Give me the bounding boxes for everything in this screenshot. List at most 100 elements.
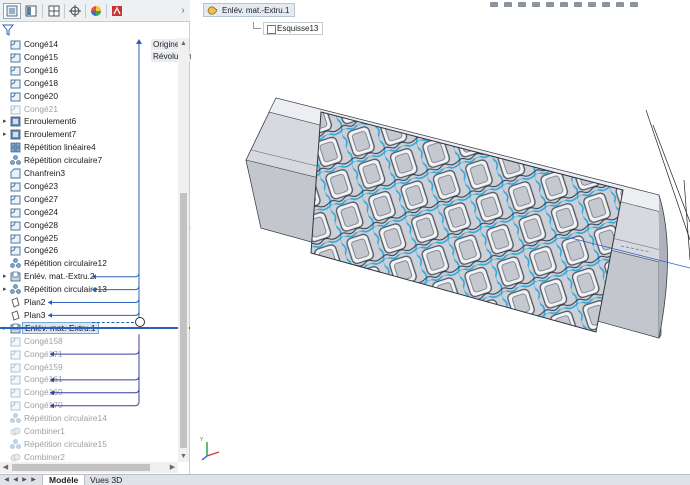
- tree-item[interactable]: Plan2: [0, 296, 178, 309]
- wrap-icon: [10, 129, 21, 140]
- tree-item[interactable]: Congé20: [0, 90, 178, 103]
- zoom-to-fit-icon[interactable]: [490, 2, 498, 7]
- collapse-panel-button[interactable]: ›: [178, 4, 188, 18]
- feature-manager-tab[interactable]: [3, 3, 21, 19]
- tree-item[interactable]: ▸ Répétition circulaire13: [0, 283, 178, 296]
- heads-up-toolbar[interactable]: [490, 0, 690, 7]
- graphics-area[interactable]: Enlév. mat.-Extru.1 Esquisse13 Y: [191, 0, 690, 474]
- tree-item[interactable]: Congé28: [0, 219, 178, 232]
- prev-tab-arrow-icon[interactable]: ◀: [11, 475, 20, 485]
- tree-item[interactable]: Congé18: [0, 77, 178, 90]
- monitor-icon[interactable]: [630, 2, 638, 7]
- tree-item[interactable]: Congé25: [0, 232, 178, 245]
- expand-caret-icon[interactable]: ▸: [3, 283, 9, 296]
- 3d-model[interactable]: [191, 0, 690, 474]
- feature-icon: [207, 5, 218, 15]
- edit-appearance-icon[interactable]: [588, 2, 596, 7]
- tree-item[interactable]: Congé169: [0, 386, 178, 399]
- tree-item[interactable]: Congé26: [0, 244, 178, 257]
- tree-item-label: Congé15: [24, 51, 58, 62]
- display-manager-icon: [91, 6, 101, 16]
- view-orientation-icon[interactable]: [546, 2, 554, 7]
- scroll-down-arrow-icon[interactable]: ▼: [178, 451, 189, 462]
- tree-item[interactable]: Répétition circulaire7: [0, 154, 178, 167]
- tree-item[interactable]: Combiner1: [0, 425, 178, 438]
- filter-icon[interactable]: [2, 24, 14, 36]
- tree-horizontal-scrollbar[interactable]: ◀ ▶: [0, 462, 178, 473]
- tree-item[interactable]: Congé158: [0, 335, 178, 348]
- tree-item-label: Congé23: [24, 180, 58, 191]
- tree-vertical-scrollbar[interactable]: ▲ ▼: [178, 38, 189, 462]
- tree-item[interactable]: Plan3: [0, 309, 178, 322]
- chamfer-icon: [10, 168, 21, 179]
- tree-item[interactable]: Chanfrein3: [0, 167, 178, 180]
- next-tab-arrow-icon[interactable]: ▶: [20, 475, 29, 485]
- tree-item[interactable]: Congé21: [0, 103, 178, 116]
- zoom-area-icon[interactable]: [504, 2, 512, 7]
- rollback-handle[interactable]: [135, 317, 145, 327]
- fillet-icon: [10, 182, 21, 192]
- expand-caret-icon[interactable]: ▸: [3, 270, 9, 283]
- tree-item[interactable]: Répétition circulaire15: [0, 438, 178, 451]
- tree-item[interactable]: Congé159: [0, 361, 178, 374]
- tree-item[interactable]: Congé170: [0, 399, 178, 412]
- fillet-icon: [10, 337, 21, 347]
- property-manager-tab[interactable]: [22, 3, 40, 19]
- apply-scene-icon[interactable]: [602, 2, 610, 7]
- tab-separator: [106, 4, 107, 18]
- dimxpert-manager-icon: [69, 5, 81, 17]
- tree-item[interactable]: Congé23: [0, 180, 178, 193]
- hide-show-icon[interactable]: [574, 2, 582, 7]
- last-tab-arrow-icon[interactable]: ▶: [29, 475, 38, 485]
- tree-item[interactable]: ▸ Enlév. mat.-Extru.2: [0, 270, 178, 283]
- fillet-icon: [10, 401, 21, 411]
- bottom-tab-bar: ◀ ◀ ▶ ▶ Modèle Vues 3D: [0, 474, 690, 485]
- cam-manager-tab[interactable]: [108, 3, 126, 19]
- fillet-icon: [10, 221, 21, 231]
- scroll-up-arrow-icon[interactable]: ▲: [178, 38, 189, 49]
- scroll-thumb[interactable]: [180, 193, 187, 448]
- linear-pattern-icon: [10, 142, 21, 153]
- scroll-right-arrow-icon[interactable]: ▶: [167, 462, 178, 473]
- expand-caret-icon[interactable]: ▸: [3, 115, 9, 128]
- tree-item-label: Congé158: [24, 335, 63, 346]
- scroll-thumb[interactable]: [12, 464, 150, 471]
- tree-item[interactable]: Répétition circulaire14: [0, 412, 178, 425]
- tree-item[interactable]: ▸ Enroulement7: [0, 128, 178, 141]
- wrap-icon: [10, 116, 21, 127]
- configuration-manager-tab[interactable]: [45, 3, 63, 19]
- tab-separator: [42, 4, 43, 18]
- tree-item[interactable]: Congé27: [0, 193, 178, 206]
- dimxpert-manager-tab[interactable]: [66, 3, 84, 19]
- view-settings-icon[interactable]: [616, 2, 624, 7]
- tree-item-label: Enroulement7: [24, 129, 77, 140]
- feature-breadcrumb[interactable]: Enlév. mat.-Extru.1: [203, 3, 296, 17]
- origin-label[interactable]: Origine: [151, 39, 182, 50]
- sketch-breadcrumb[interactable]: Esquisse13: [253, 22, 324, 35]
- tree-item[interactable]: Répétition linéaire4: [0, 141, 178, 154]
- fillet-icon: [10, 350, 21, 360]
- tree-item[interactable]: Congé16: [0, 64, 178, 77]
- display-style-icon[interactable]: [560, 2, 568, 7]
- rollback-bar[interactable]: [0, 327, 190, 329]
- previous-view-icon[interactable]: [518, 2, 526, 7]
- display-manager-tab[interactable]: [87, 3, 105, 19]
- feature-tree: Congé14 Congé15 Congé16 Congé18 Congé20 Congé…: [0, 38, 178, 462]
- tree-item-label: Congé26: [24, 245, 58, 256]
- tree-item-label: Congé161: [24, 374, 63, 385]
- tab-separator: [64, 4, 65, 18]
- tree-item[interactable]: Congé161: [0, 373, 178, 386]
- tree-item-label: Congé16: [24, 64, 58, 75]
- expand-caret-icon[interactable]: ▸: [3, 128, 9, 141]
- tab-model[interactable]: Modèle: [42, 475, 86, 485]
- tree-item[interactable]: Congé24: [0, 206, 178, 219]
- tree-item[interactable]: ▸ Enroulement6: [0, 115, 178, 128]
- section-view-icon[interactable]: [532, 2, 540, 7]
- first-tab-arrow-icon[interactable]: ◀: [2, 475, 11, 485]
- tree-item-label: Répétition linéaire4: [24, 142, 96, 153]
- tab-3d-views[interactable]: Vues 3D: [84, 475, 128, 485]
- tree-item[interactable]: Congé171: [0, 348, 178, 361]
- tree-item-label: Congé27: [24, 193, 58, 204]
- tree-item[interactable]: Répétition circulaire12: [0, 257, 178, 270]
- scroll-left-arrow-icon[interactable]: ◀: [0, 462, 11, 473]
